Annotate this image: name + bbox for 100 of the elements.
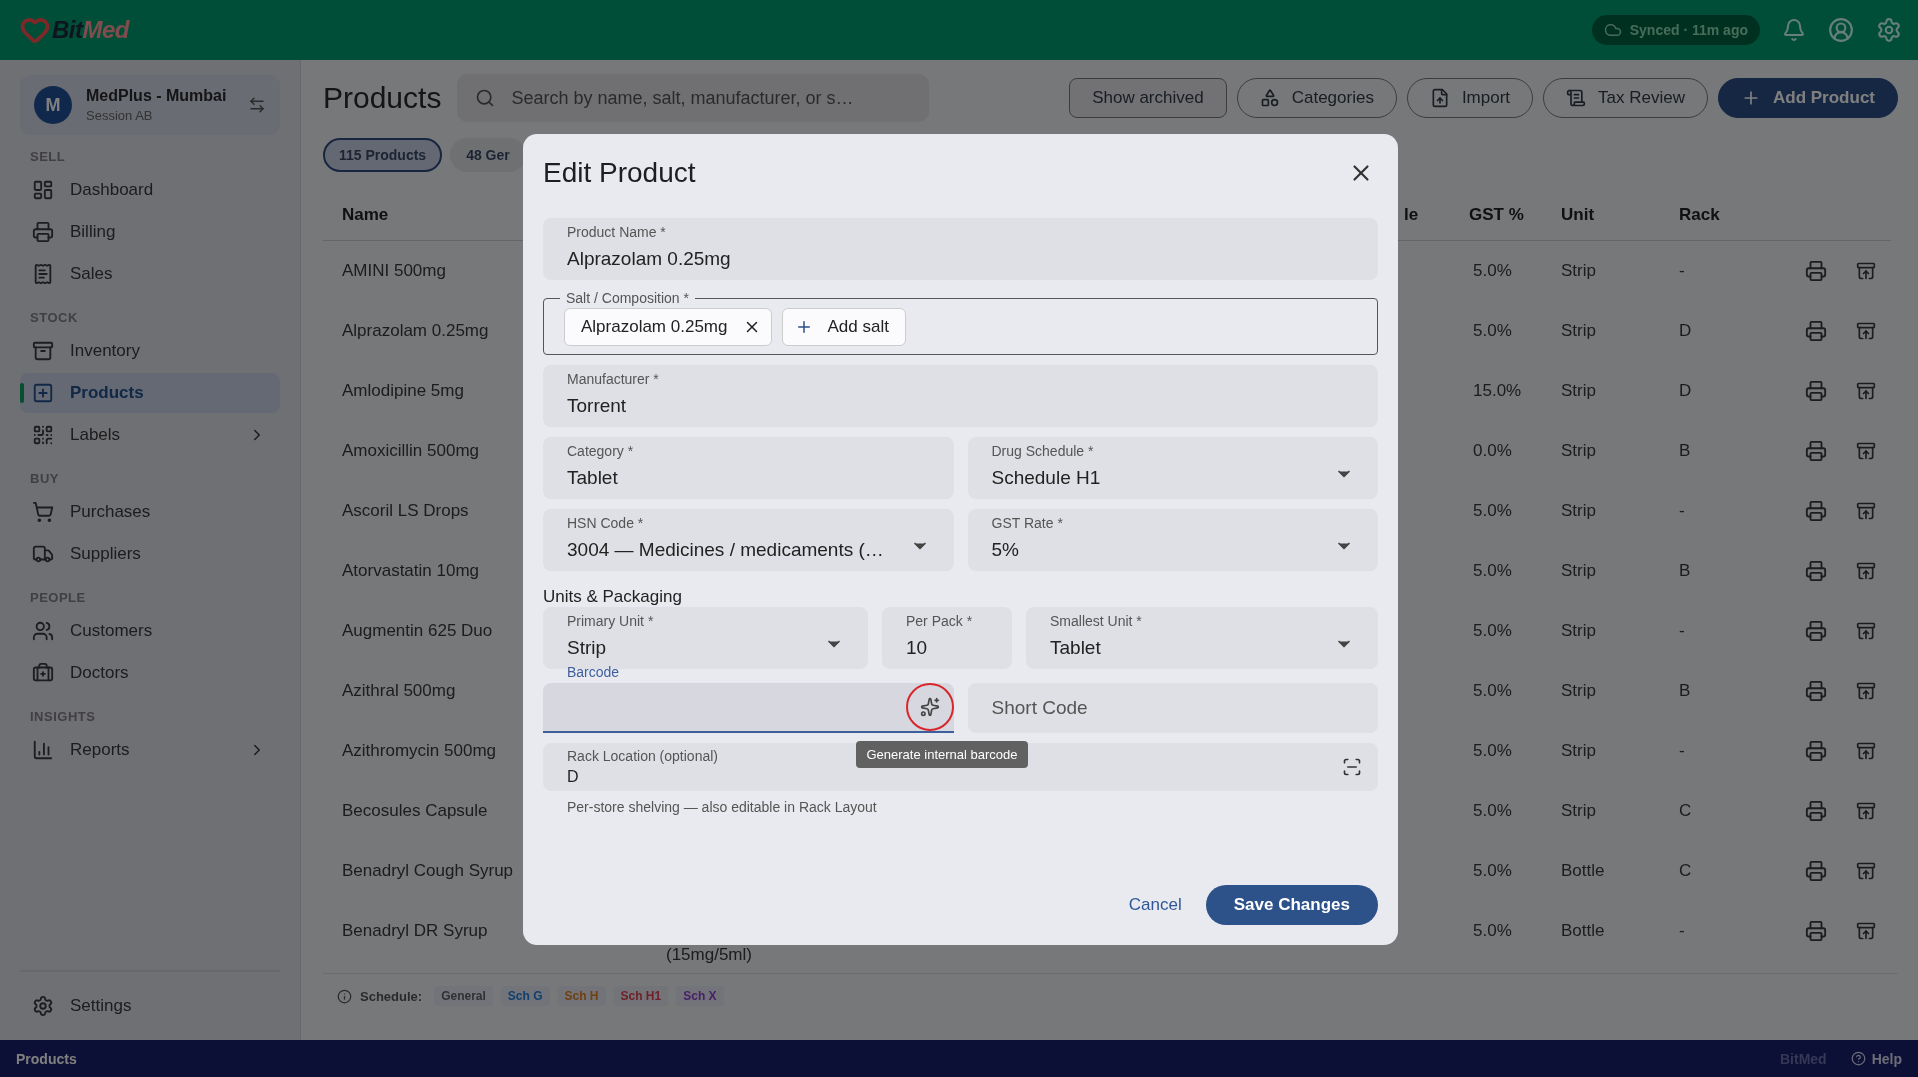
archive-icon[interactable] [1856,441,1876,461]
short-code-field[interactable]: Short Code [967,683,1378,733]
table-cell-text: 0.0% [1472,440,1513,462]
archive-icon[interactable] [1856,921,1876,941]
table-cell-text: Amlodipine 5mg [342,380,464,402]
select-field[interactable]: HSN Code * 3004 — Medicines / medicaments (… [543,509,954,571]
printer-icon[interactable] [1805,560,1827,582]
sidebar-item[interactable]: Settings [20,986,280,1026]
tooltip: Generate internal barcode [856,741,1028,768]
archive-icon[interactable] [1856,381,1876,401]
printer-icon[interactable] [1805,740,1827,762]
table-cell-text: Strip [1561,740,1596,762]
printer-icon[interactable] [1805,680,1827,702]
bell-icon[interactable] [1782,18,1806,42]
table-cell-text: D [1679,320,1692,342]
printer-icon[interactable] [1805,500,1827,522]
select-field[interactable]: GST Rate * 5% [967,509,1378,571]
cancel-button[interactable]: Cancel [1118,887,1192,923]
table-cell-text: 5.0% [1472,500,1513,522]
swap-icon[interactable] [248,96,266,114]
legend-label: Schedule: [360,988,423,1004]
table-cell-text: Augmentin 625 Duo [342,620,493,642]
sidebar-item[interactable]: Products [20,373,280,413]
table-cell-text: 5.0% [1472,620,1513,642]
truck-icon [32,543,54,565]
add-salt-button[interactable]: Add salt [782,308,906,346]
sidebar-item[interactable]: Suppliers [20,534,280,574]
field-label: Salt / Composition * [565,290,690,306]
archive-icon[interactable] [1856,261,1876,281]
printer-icon[interactable] [1805,380,1827,402]
archive-icon[interactable] [1856,321,1876,341]
table-cell-text: 5.0% [1472,320,1513,342]
sidebar-item[interactable]: Customers [20,611,280,651]
archive-icon[interactable] [1856,501,1876,521]
save-button[interactable]: Save Changes [1205,885,1378,925]
table-cell-text: - [1679,920,1685,942]
table-cell-text: Strip [1561,560,1596,582]
toolbar-button[interactable]: Show archived [1069,78,1227,118]
filter-chip[interactable]: 48 Ger [450,138,526,172]
printer-icon[interactable] [1805,260,1827,282]
table-cell-text: Strip [1561,320,1596,342]
printer-icon[interactable] [1805,320,1827,342]
archive-icon[interactable] [1856,681,1876,701]
help-icon [1850,1051,1866,1066]
receipt-icon [32,263,54,285]
dashboard-icon [32,179,54,201]
column-header: Name [342,204,389,226]
filter-chip[interactable]: 115 Products [323,138,443,172]
field-value: D [567,768,580,786]
sidebar-item[interactable]: Dashboard [20,170,280,210]
printer-icon[interactable] [1805,860,1827,882]
field-label: Rack Location (optional) [567,748,718,764]
input-field[interactable]: Per Pack * 10 [882,607,1012,669]
session-name: Session AB [86,108,154,123]
sidebar-item[interactable]: Purchases [20,492,280,532]
table-cell-text: B [1679,680,1691,702]
column-header: le [1404,204,1419,226]
settings-icon[interactable] [1876,17,1902,43]
printer-icon[interactable] [1805,920,1827,942]
table-cell-text: 5.0% [1472,860,1513,882]
table-cell-text: Atorvastatin 10mg [342,560,479,582]
archive-icon[interactable] [1856,561,1876,581]
table-cell-text: 5.0% [1472,560,1513,582]
store-switcher[interactable]: M MedPlus - Mumbai Session AB [20,75,280,135]
archive-icon[interactable] [1856,861,1876,881]
table-cell-text: 5.0% [1472,920,1513,942]
sidebar-item[interactable]: Billing [20,212,280,252]
archive-icon[interactable] [1856,801,1876,821]
column-header: GST % [1469,204,1524,226]
sidebar-item[interactable]: Labels [20,415,280,455]
sidebar-item[interactable]: Inventory [20,331,280,371]
archive-icon[interactable] [1856,741,1876,761]
input-field[interactable]: Manufacturer * Torrent [543,365,1378,427]
sidebar-item[interactable]: Sales [20,254,280,294]
input-field[interactable]: Product Name * Alprazolam 0.25mg [543,218,1378,280]
select-field[interactable]: Drug Schedule * Schedule H1 [967,437,1378,499]
select-field[interactable]: Smallest Unit * Tablet [1026,607,1378,669]
table-cell-text: Azithral 500mg [342,680,456,702]
table-cell-text: 5.0% [1472,680,1513,702]
search-field[interactable]: Search by name, salt, manufacturer, or s… [457,74,930,122]
sidebar-item[interactable]: Reports [20,730,280,770]
table-cell-text: Strip [1561,620,1596,642]
printer-icon[interactable] [1805,620,1827,642]
archive-icon[interactable] [1856,621,1876,641]
printer-icon[interactable] [1805,440,1827,462]
document-icon [1566,88,1587,108]
account-icon[interactable] [1828,17,1854,43]
table-cell-text: Azithromycin 500mg [342,740,496,762]
toolbar-button[interactable]: Add Product [1718,78,1898,118]
generate-button[interactable] [905,683,954,731]
table-cell-text: - [1679,740,1685,762]
page-title: Products [323,81,442,115]
help-link[interactable]: Help [1871,1050,1902,1067]
input-field[interactable]: Category * Tablet [543,437,954,499]
sidebar-item[interactable]: Doctors [20,653,280,693]
table-cell-text: Strip [1561,260,1596,282]
table-cell-text: Strip [1561,380,1596,402]
salt-field[interactable]: Salt / Composition * Alprazolam 0.25mg Add salt [543,290,1378,355]
table-cell-text: - [1679,620,1685,642]
printer-icon[interactable] [1805,800,1827,822]
